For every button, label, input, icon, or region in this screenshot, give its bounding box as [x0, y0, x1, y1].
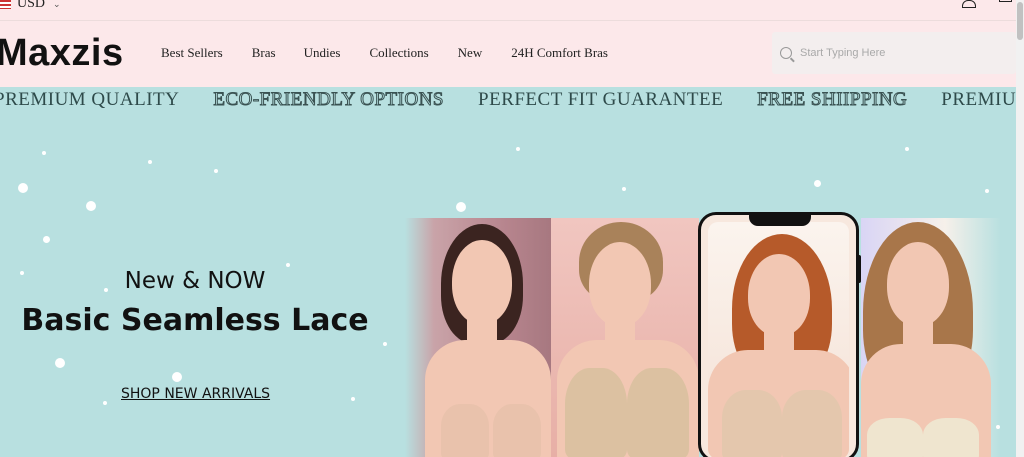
flag-icon [0, 0, 11, 9]
marquee-item: FREE SHIIPPING [757, 89, 908, 111]
snow-dot [148, 160, 152, 164]
snow-dot [286, 263, 290, 267]
snow-dot [214, 169, 218, 173]
phone-notch [749, 215, 811, 226]
nav-item-bras[interactable]: Bras [252, 45, 276, 61]
nav-item-24h-comfort-bras[interactable]: 24H Comfort Bras [511, 45, 608, 61]
top-utility-bar: USD ⌄ [0, 0, 1016, 21]
marquee-item: PREMIUM [941, 89, 1016, 110]
snow-dot [86, 201, 96, 211]
snow-dot [103, 401, 107, 405]
nav-item-undies[interactable]: Undies [304, 45, 341, 61]
currency-selector[interactable]: USD ⌄ [0, 0, 61, 12]
snow-dot [43, 236, 50, 243]
search-icon [780, 47, 792, 59]
snow-dot [814, 180, 821, 187]
search-input[interactable] [800, 47, 1000, 59]
marquee-item: PREMIUM QUALITY [0, 89, 180, 110]
main-nav: Best Sellers Bras Undies Collections New… [161, 45, 637, 61]
product-image-model-2[interactable] [551, 218, 699, 457]
product-image-phone[interactable] [698, 212, 859, 457]
snow-dot [516, 147, 520, 151]
site-header: Maxzis Best Sellers Bras Undies Collecti… [0, 21, 1016, 87]
snow-dot [351, 397, 355, 401]
nav-item-best-sellers[interactable]: Best Sellers [161, 45, 223, 61]
nav-item-new[interactable]: New [458, 45, 483, 61]
snow-dot [456, 202, 466, 212]
shop-new-arrivals-link[interactable]: SHOP NEW ARRIVALS [121, 386, 270, 402]
marquee-item: ECO-FRIENDLY OPTIONS [213, 89, 445, 111]
chevron-down-icon: ⌄ [53, 0, 61, 9]
benefits-marquee: PREMIUM QUALITY ECO-FRIENDLY OPTIONS PER… [0, 87, 1016, 115]
currency-label: USD [17, 0, 46, 11]
hero-title: Basic Seamless Lace [21, 303, 369, 338]
scrollbar-thumb[interactable] [1017, 2, 1023, 40]
page-scrollbar[interactable] [1016, 0, 1024, 457]
snow-dot [905, 147, 909, 151]
logo[interactable]: Maxzis [0, 32, 124, 75]
product-image-model-1[interactable] [405, 218, 551, 457]
snow-dot [383, 342, 387, 346]
cart-icon[interactable] [998, 0, 1012, 6]
user-icon[interactable] [960, 0, 976, 8]
snow-dot [985, 189, 989, 193]
hero-banner: New & NOW Basic Seamless Lace SHOP NEW A… [0, 115, 1016, 457]
snow-dot [622, 187, 626, 191]
search-box[interactable] [772, 32, 1016, 74]
product-image-model-3[interactable] [861, 218, 1001, 457]
marquee-item: PERFECT FIT GUARANTEE [478, 89, 724, 110]
snow-dot [18, 183, 28, 193]
snow-dot [55, 358, 65, 368]
nav-item-collections[interactable]: Collections [369, 45, 428, 61]
snow-dot [42, 151, 46, 155]
hero-subtitle: New & NOW [124, 268, 266, 294]
snow-dot [172, 372, 182, 382]
